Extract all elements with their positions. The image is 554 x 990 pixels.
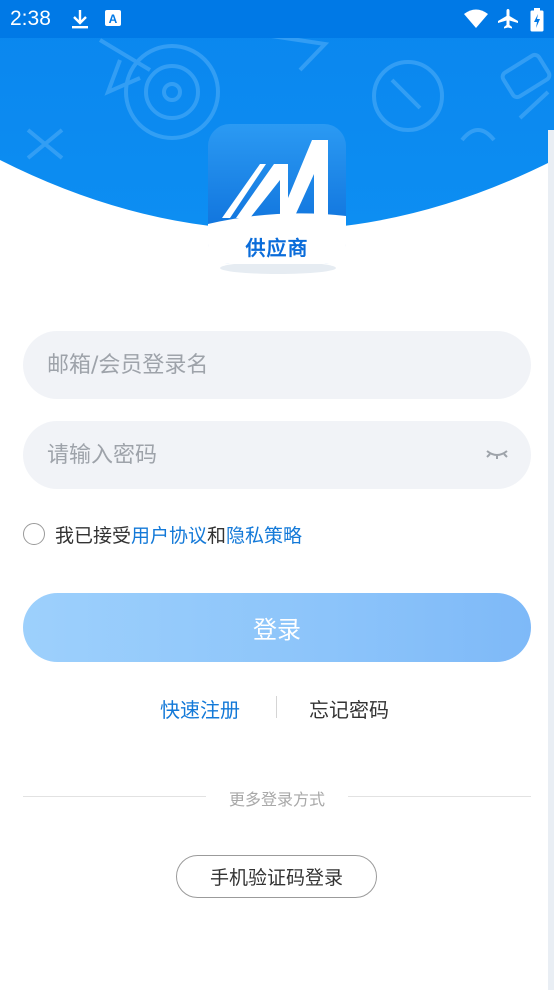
status-bar: 2:38 A xyxy=(0,0,554,38)
agreement-checkbox[interactable] xyxy=(23,523,45,545)
divider-left xyxy=(23,796,206,797)
wifi-icon xyxy=(463,8,489,34)
user-agreement-link[interactable]: 用户协议 xyxy=(131,521,207,548)
password-input[interactable] xyxy=(23,421,531,489)
eye-closed-icon[interactable] xyxy=(484,446,510,465)
download-icon xyxy=(70,8,90,34)
airplane-icon xyxy=(497,8,519,34)
sms-login-button[interactable]: 手机验证码登录 xyxy=(176,855,377,898)
privacy-policy-link[interactable]: 隐私策略 xyxy=(226,521,302,548)
status-time: 2:38 xyxy=(10,7,51,30)
link-divider xyxy=(276,696,277,718)
agreement-prefix: 我已接受 xyxy=(55,524,132,547)
agreement-and: 和 xyxy=(207,524,227,547)
text-input-icon: A xyxy=(104,8,122,32)
scroll-indicator[interactable] xyxy=(548,130,554,990)
logo-shadow xyxy=(220,262,336,274)
username-input[interactable] xyxy=(23,331,531,399)
forgot-password-link[interactable]: 忘记密码 xyxy=(309,694,389,723)
register-link[interactable]: 快速注册 xyxy=(160,694,240,723)
svg-text:A: A xyxy=(109,12,118,26)
battery-charging-icon xyxy=(530,8,544,36)
login-button[interactable]: 登录 xyxy=(23,593,531,662)
divider-right xyxy=(348,796,531,797)
more-login-methods-label: 更多登录方式 xyxy=(228,790,325,809)
agreement-row: 我已接受 用户协议和隐私策略 xyxy=(23,520,302,548)
logo-label: 供应商 xyxy=(245,236,309,260)
